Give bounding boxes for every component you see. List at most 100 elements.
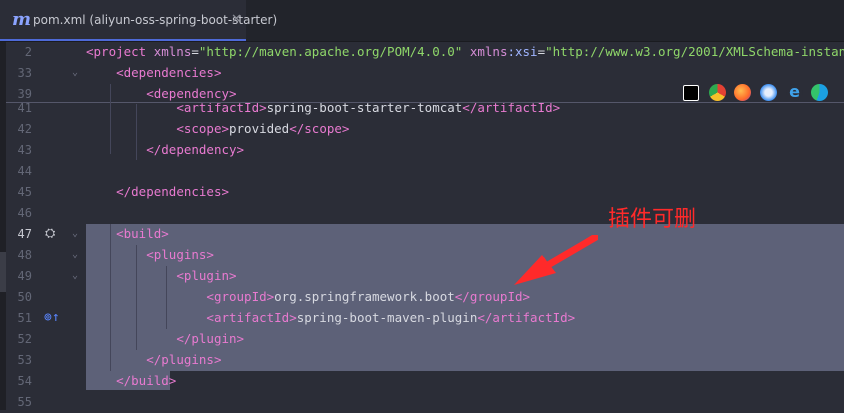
code-line[interactable]: 42 <scope>provided</scope> bbox=[6, 119, 844, 140]
code-token: <plugins> bbox=[146, 247, 214, 262]
code-token: "http://maven.apache.org/POM/4.0.0" bbox=[198, 44, 463, 59]
code-token: </dependency> bbox=[146, 142, 245, 157]
arrow-shaft bbox=[544, 235, 598, 269]
code-text: <build> bbox=[86, 226, 169, 241]
line-number: 53 bbox=[17, 353, 32, 367]
code-text: </dependencies> bbox=[86, 184, 229, 199]
indent-guide bbox=[166, 266, 167, 329]
code-line[interactable]: 45 </dependencies> bbox=[6, 182, 844, 203]
line-number: 50 bbox=[17, 290, 32, 304]
code-line[interactable]: 49 <plugin> bbox=[6, 266, 844, 287]
code-text: <plugin> bbox=[86, 268, 237, 283]
line-number: 49 bbox=[17, 269, 32, 283]
code-text: <artifactId>spring-boot-maven-plugin</ar… bbox=[86, 310, 575, 325]
code-token: </plugin> bbox=[176, 331, 245, 346]
fold-chevron-icon[interactable]: ⌄ bbox=[72, 249, 78, 260]
code-line[interactable]: 52 </plugin> bbox=[6, 329, 844, 350]
code-line[interactable]: 44 bbox=[6, 161, 844, 182]
code-line[interactable]: 46 bbox=[6, 203, 844, 224]
firefox-icon[interactable] bbox=[734, 84, 751, 101]
editor-tab-bar: m pom.xml (aliyun-oss-spring-boot-starte… bbox=[0, 0, 844, 42]
code-token: </plugins> bbox=[146, 352, 222, 367]
code-text: </build> bbox=[86, 373, 176, 388]
code-token: = bbox=[537, 44, 546, 59]
code-token: xmlns bbox=[153, 44, 192, 59]
indent-guide bbox=[136, 104, 137, 160]
code-text: </plugins> bbox=[86, 352, 221, 367]
override-gutter-icon[interactable]: ⊚↑ bbox=[44, 310, 60, 325]
code-line[interactable]: 33 <dependencies> bbox=[6, 63, 844, 84]
browser-preview-bar: e bbox=[677, 82, 837, 106]
indent-guide bbox=[110, 224, 111, 371]
code-token: <groupId> bbox=[206, 289, 275, 304]
ie-icon[interactable]: e bbox=[786, 84, 803, 101]
code-token: = bbox=[191, 44, 199, 59]
maven-file-icon: m bbox=[12, 9, 32, 30]
line-number: 43 bbox=[17, 143, 32, 157]
code-token: </build> bbox=[116, 373, 177, 388]
code-line[interactable]: 51 <artifactId>spring-boot-maven-plugin<… bbox=[6, 308, 844, 329]
arrow-head bbox=[514, 255, 556, 285]
code-token: xmlns bbox=[469, 44, 508, 59]
line-number: 54 bbox=[17, 374, 32, 388]
line-number: 42 bbox=[17, 122, 32, 136]
indent-guide bbox=[110, 84, 111, 154]
code-line[interactable]: 54 </build> bbox=[6, 371, 844, 392]
code-line[interactable]: 2 <project xmlns="http://maven.apache.org… bbox=[6, 42, 844, 63]
line-number: 44 bbox=[17, 164, 32, 178]
code-token: </dependencies> bbox=[116, 184, 229, 199]
line-number: 46 bbox=[17, 206, 32, 220]
line-number: 2 bbox=[24, 45, 32, 59]
code-line[interactable]: 47 <build> bbox=[6, 224, 844, 245]
code-token: "http://www.w3.org/2001/XMLSchema-instan… bbox=[545, 44, 844, 59]
code-token: </scope> bbox=[289, 121, 350, 136]
code-line[interactable]: 50 <groupId>org.springframework.boot</gr… bbox=[6, 287, 844, 308]
line-number: 55 bbox=[17, 395, 32, 409]
line-number: 52 bbox=[17, 332, 32, 346]
fold-chevron-icon[interactable]: ⌄ bbox=[72, 270, 78, 281]
code-token: <scope> bbox=[176, 121, 229, 136]
chrome-icon[interactable] bbox=[709, 84, 726, 101]
edge-icon[interactable] bbox=[811, 84, 828, 101]
annotation-arrow-icon bbox=[514, 235, 598, 285]
annotation-text: 插件可删 bbox=[608, 207, 697, 232]
fold-chevron-icon[interactable]: ⌄ bbox=[72, 228, 78, 239]
code-token: </artifactId> bbox=[477, 310, 576, 325]
code-token: <plugin> bbox=[176, 268, 237, 283]
intellij-icon[interactable] bbox=[683, 85, 699, 101]
safari-icon[interactable] bbox=[760, 84, 777, 101]
line-number: 33 bbox=[17, 66, 32, 80]
line-number: 45 bbox=[17, 185, 32, 199]
code-text: <dependencies> bbox=[86, 65, 221, 80]
code-token: <build> bbox=[116, 226, 169, 241]
fold-chevron-icon[interactable]: ⌄ bbox=[72, 67, 78, 78]
run-gutter-icon[interactable]: ⛭ bbox=[45, 226, 55, 241]
code-text: <groupId>org.springframework.boot</group… bbox=[86, 289, 530, 304]
close-icon[interactable]: ✕ bbox=[231, 12, 242, 27]
code-text: <plugins> bbox=[86, 247, 214, 262]
code-text: <project xmlns="http://maven.apache.org/… bbox=[86, 44, 844, 59]
line-number: 48 bbox=[17, 248, 32, 262]
tab-pom-xml[interactable]: m pom.xml (aliyun-oss-spring-boot-starte… bbox=[0, 0, 277, 41]
indent-guide bbox=[136, 245, 137, 350]
code-line[interactable]: 53 </plugins> bbox=[6, 350, 844, 371]
code-line[interactable]: 43 </dependency> bbox=[6, 140, 844, 161]
code-text: <scope>provided</scope> bbox=[86, 121, 349, 136]
code-token: <dependencies> bbox=[116, 65, 222, 80]
code-line[interactable]: 48 <plugins> bbox=[6, 245, 844, 266]
code-token: <artifactId> bbox=[206, 310, 297, 325]
line-number: 41 bbox=[17, 101, 32, 115]
code-token: <project bbox=[86, 44, 154, 59]
